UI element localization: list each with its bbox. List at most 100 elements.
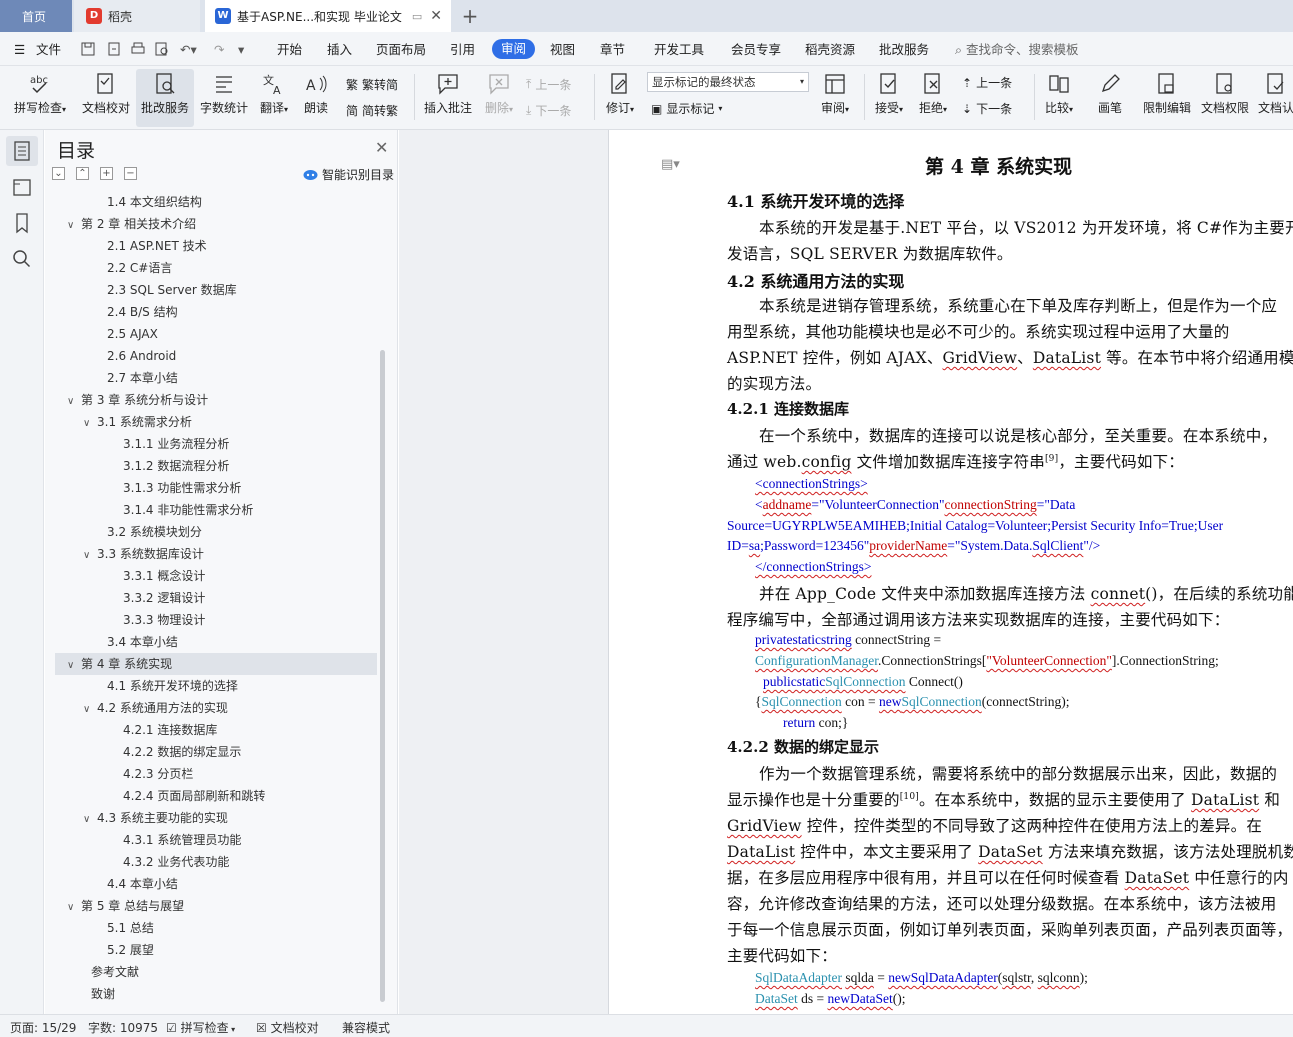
toc-icon[interactable] <box>10 139 34 163</box>
menu-insert[interactable]: 插入 <box>327 40 352 60</box>
expand-chevron-icon[interactable]: ∨ <box>67 391 81 413</box>
expand-chevron-icon[interactable]: ∨ <box>83 809 97 831</box>
close-tab-icon[interactable]: ✕ <box>430 8 442 24</box>
toc-item[interactable]: 4.3.1 系统管理员功能 <box>55 829 377 851</box>
markup-state-select[interactable]: 显示标记的最终状态 ▾ <box>647 72 809 92</box>
toc-item[interactable]: 2.2 C#语言 <box>55 257 377 279</box>
restrict-editing-button[interactable]: 限制编辑 <box>1140 72 1194 116</box>
toc-item[interactable]: 3.1.2 数据流程分析 <box>55 455 377 477</box>
toc-item[interactable]: 3.3.2 逻辑设计 <box>55 587 377 609</box>
page-options-icon[interactable]: ▤▾ <box>661 157 680 172</box>
redo-icon[interactable]: ↷ <box>214 40 224 60</box>
menu-view[interactable]: 视图 <box>550 40 575 60</box>
search-icon[interactable] <box>10 247 34 271</box>
toc-item[interactable]: 2.4 B/S 结构 <box>55 301 377 323</box>
word-count-indicator[interactable]: 字数: 10975 <box>88 1019 158 1036</box>
add-heading-icon[interactable]: + <box>100 167 113 180</box>
toc-item[interactable]: 3.3.3 物理设计 <box>55 609 377 631</box>
toc-item[interactable]: 4.2.4 页面局部刷新和跳转 <box>55 785 377 807</box>
hamburger-icon[interactable]: ☰ <box>14 40 25 60</box>
toc-item[interactable]: 2.7 本章小结 <box>55 367 377 389</box>
spell-check-button[interactable]: abc 拼写检查▾ <box>8 72 72 116</box>
toc-item[interactable]: 致谢 <box>55 983 377 1005</box>
next-comment-button[interactable]: ⤓ 下一条 <box>526 102 571 119</box>
accept-button[interactable]: 接受▾ <box>870 72 908 116</box>
tab-home[interactable]: 首页 <box>0 0 72 32</box>
toc-item[interactable]: 3.3.1 概念设计 <box>55 565 377 587</box>
more-chevron-icon[interactable]: ▾ <box>238 40 244 60</box>
doc-permission-button[interactable]: 文档权限 <box>1198 72 1252 116</box>
toc-item[interactable]: 2.3 SQL Server 数据库 <box>55 279 377 301</box>
show-markup-button[interactable]: ▣ 显示标记 ▾ <box>651 100 722 117</box>
toc-item[interactable]: 4.2.1 连接数据库 <box>55 719 377 741</box>
menu-references[interactable]: 引用 <box>450 40 475 60</box>
remove-heading-icon[interactable]: − <box>124 167 137 180</box>
toc-item[interactable]: ∨ 第 3 章 系统分析与设计 <box>55 389 377 411</box>
expand-chevron-icon[interactable]: ∨ <box>83 699 97 721</box>
toc-item[interactable]: ∨ 3.1 系统需求分析 <box>55 411 377 433</box>
toc-item[interactable]: 参考文献 <box>55 961 377 983</box>
simp-to-trad-button[interactable]: 简简转繁 <box>346 102 398 119</box>
doc-cert-button[interactable]: 文档认 <box>1258 72 1293 116</box>
correction-service-button[interactable]: 批改服务 <box>136 69 194 127</box>
pin-icon[interactable]: ▭ <box>412 10 422 23</box>
toc-item[interactable]: ∨ 4.3 系统主要功能的实现 <box>55 807 377 829</box>
document-page[interactable]: ▤▾ 第 4 章 系统实现 4.1 系统开发环境的选择 本系统的开发是基于.NE… <box>608 130 1293 1014</box>
toc-item[interactable]: 4.1 系统开发环境的选择 <box>55 675 377 697</box>
save-icon[interactable] <box>80 41 96 57</box>
review-pane-button[interactable]: 审阅▾ <box>816 72 854 116</box>
print-icon[interactable] <box>130 41 146 57</box>
bookmark-icon[interactable] <box>10 211 34 235</box>
expand-chevron-icon[interactable]: ∨ <box>83 545 97 567</box>
toc-item[interactable]: ∨ 4.2 系统通用方法的实现 <box>55 697 377 719</box>
toc-item[interactable]: 2.6 Android <box>55 345 377 367</box>
toc-item[interactable]: 5.2 展望 <box>55 939 377 961</box>
translate-button[interactable]: 文A 翻译▾ <box>256 72 292 116</box>
compare-button[interactable]: 比较▾ <box>1040 72 1078 116</box>
toc-item[interactable]: 3.1.1 业务流程分析 <box>55 433 377 455</box>
trad-to-simp-button[interactable]: 繁繁转简 <box>346 76 398 93</box>
collapse-all-icon[interactable]: ⌄ <box>52 167 65 180</box>
status-spell-check[interactable]: ☑ 拼写检查 ▾ <box>166 1019 235 1036</box>
undo-icon[interactable]: ↶▾ <box>180 40 197 60</box>
toc-item[interactable]: ∨ 第 4 章 系统实现 <box>55 653 377 675</box>
export-icon[interactable] <box>106 41 122 57</box>
delete-comment-button[interactable]: 删除▾ <box>480 72 518 116</box>
read-aloud-button[interactable]: A 朗读 <box>300 72 332 116</box>
new-tab-icon[interactable]: + <box>455 0 485 32</box>
prev-change-button[interactable]: ⇡ 上一条 <box>962 74 1012 91</box>
toc-scrollbar[interactable] <box>380 350 385 1002</box>
expand-all-icon[interactable]: ⌃ <box>76 167 89 180</box>
reject-button[interactable]: 拒绝▾ <box>914 72 952 116</box>
pen-button[interactable]: 画笔 <box>1092 72 1128 116</box>
tab-daoke[interactable]: D 稻壳 <box>74 0 200 32</box>
toc-item[interactable]: ∨ 第 5 章 总结与展望 <box>55 895 377 917</box>
menu-layout[interactable]: 页面布局 <box>376 40 426 60</box>
toc-item[interactable]: 2.1 ASP.NET 技术 <box>55 235 377 257</box>
navigation-icon[interactable] <box>10 175 34 199</box>
menu-correction[interactable]: 批改服务 <box>879 40 929 60</box>
close-panel-icon[interactable]: ✕ <box>375 138 388 157</box>
menu-daoke-resources[interactable]: 稻壳资源 <box>805 40 855 60</box>
toc-item[interactable]: 3.1.4 非功能性需求分析 <box>55 499 377 521</box>
next-change-button[interactable]: ⇣ 下一条 <box>962 100 1012 117</box>
expand-chevron-icon[interactable]: ∨ <box>67 897 81 919</box>
menu-section[interactable]: 章节 <box>600 40 625 60</box>
smart-toc-button[interactable]: 智能识别目录 <box>303 166 394 183</box>
menu-dev-tools[interactable]: 开发工具 <box>654 40 704 60</box>
status-proofread[interactable]: ☒ 文档校对 <box>256 1019 319 1036</box>
word-count-button[interactable]: 字数统计 <box>198 72 250 116</box>
toc-item[interactable]: 2.5 AJAX <box>55 323 377 345</box>
expand-chevron-icon[interactable]: ∨ <box>67 215 81 237</box>
page-indicator[interactable]: 页面: 15/29 <box>10 1019 76 1036</box>
menu-file[interactable]: 文件 <box>36 40 61 60</box>
toc-item[interactable]: 4.2.3 分页栏 <box>55 763 377 785</box>
print-preview-icon[interactable] <box>154 41 170 57</box>
toc-item[interactable]: 4.3.2 业务代表功能 <box>55 851 377 873</box>
toc-item[interactable]: 5.1 总结 <box>55 917 377 939</box>
toc-item[interactable]: 3.4 本章小结 <box>55 631 377 653</box>
toc-item[interactable]: 1.4 本文组织结构 <box>55 191 377 213</box>
toc-item[interactable]: 4.4 本章小结 <box>55 873 377 895</box>
insert-comment-button[interactable]: 插入批注 <box>422 72 474 116</box>
expand-chevron-icon[interactable]: ∨ <box>67 655 81 677</box>
